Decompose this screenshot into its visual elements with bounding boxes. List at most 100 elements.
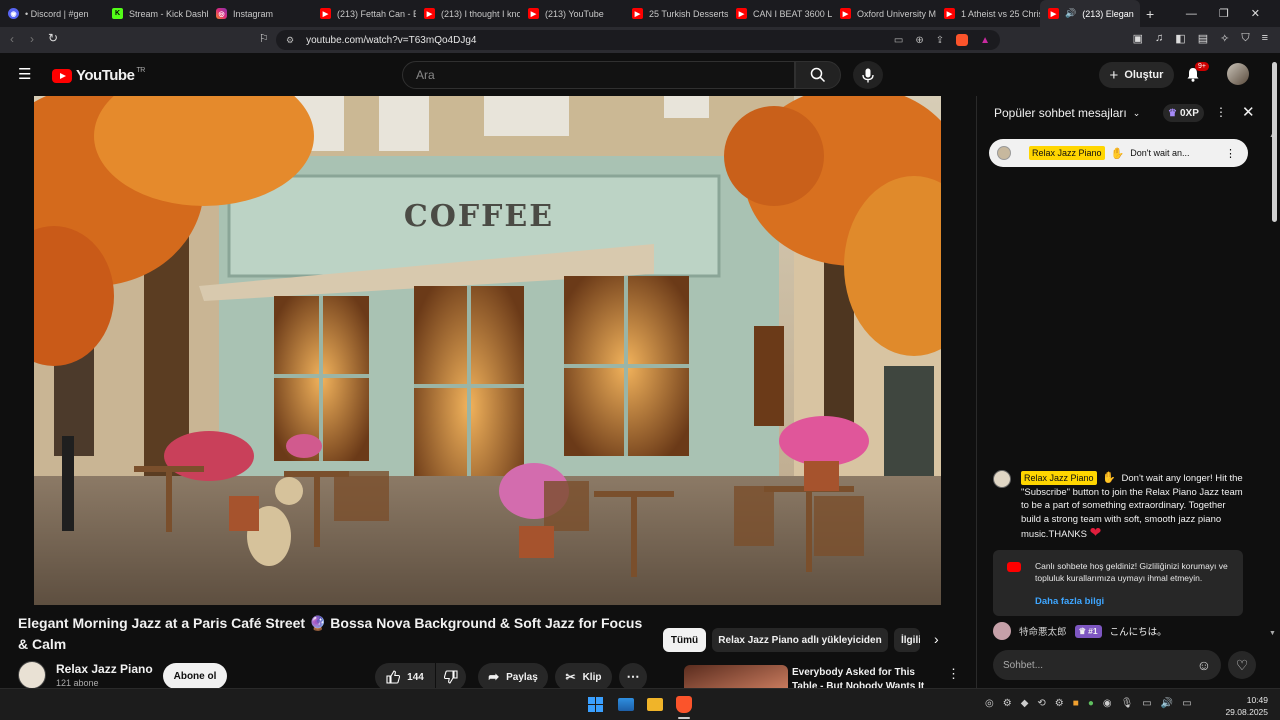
voice-search-button[interactable] xyxy=(853,61,883,89)
page-scrollbar[interactable] xyxy=(1272,62,1277,222)
chevron-right-icon[interactable]: › xyxy=(934,631,939,647)
microphone-icon[interactable]: 🎙 xyxy=(1121,698,1134,709)
tray-app-icon[interactable]: ◉ xyxy=(1103,698,1112,709)
battery-icon[interactable]: ▭ xyxy=(1182,698,1191,709)
sidebar-icon[interactable]: ◧ xyxy=(1175,32,1185,45)
site-info-icon[interactable]: ⚙ xyxy=(286,35,294,46)
chip-all[interactable]: Tümü xyxy=(663,628,706,652)
search-placeholder: Ara xyxy=(416,68,435,82)
youtube-logo[interactable]: YouTube TR xyxy=(52,67,145,84)
screenshot-icon[interactable]: ▣ xyxy=(1133,32,1143,45)
search-button[interactable] xyxy=(795,61,841,89)
video-player[interactable]: COFFEE xyxy=(34,96,941,605)
chat-message-text: こんにちは。 xyxy=(1109,627,1167,638)
account-avatar[interactable] xyxy=(1227,63,1249,85)
xp-chip[interactable]: ♛ 0XP xyxy=(1163,104,1204,122)
channel-avatar[interactable] xyxy=(18,661,46,689)
back-icon[interactable]: ‹ xyxy=(10,32,14,46)
recommended-video-title[interactable]: Everybody Asked for This Table - But Nob… xyxy=(792,666,932,688)
vpn-icon[interactable]: ⛉ xyxy=(1241,32,1249,45)
volume-icon[interactable]: 🔊 xyxy=(1161,698,1173,709)
chat-header: Popüler sohbet mesajları ⌄ ♛ 0XP ⋮ ✕ xyxy=(977,96,1272,130)
tray-app-icon[interactable]: ⟲ xyxy=(1037,698,1045,709)
file-explorer-icon[interactable] xyxy=(647,698,663,711)
dislike-button[interactable] xyxy=(436,663,466,691)
menu-icon[interactable]: ≡ xyxy=(1262,32,1268,45)
chip-related[interactable]: İlgili xyxy=(894,628,920,652)
ai-icon[interactable]: ✧ xyxy=(1220,32,1229,45)
wallet-icon[interactable]: ▤ xyxy=(1198,32,1208,45)
cast-icon[interactable]: ▭ xyxy=(894,35,903,46)
tray-app-icon[interactable]: ● xyxy=(1088,698,1094,709)
clock-date: 29.08.2025 xyxy=(1225,707,1268,717)
steam-icon[interactable]: ⚙ xyxy=(1003,698,1012,709)
zoom-icon[interactable]: ⊕ xyxy=(915,35,923,46)
tab-label: Oxford University M xyxy=(857,8,936,19)
system-clock[interactable]: 10:49 29.08.2025 xyxy=(1225,694,1268,718)
more-actions-button[interactable]: ⋯ xyxy=(619,663,647,691)
maximize-icon[interactable]: ❐ xyxy=(1219,7,1229,20)
tab-youtube-6[interactable]: ▶ Oxford University M xyxy=(832,0,936,27)
recommended-video-thumbnail[interactable] xyxy=(684,665,788,689)
reload-icon[interactable]: ↻ xyxy=(48,31,58,45)
tray-app-icon[interactable]: ◆ xyxy=(1021,698,1029,709)
brave-browser-icon[interactable] xyxy=(676,696,692,713)
tab-label: (213) I thought I kno xyxy=(441,8,520,19)
tray-app-icon[interactable]: ⚙ xyxy=(1055,698,1064,709)
chip-from-uploader[interactable]: Relax Jazz Piano adlı yükleyiciden xyxy=(712,628,888,652)
pinned-message[interactable]: Relax Jazz Piano ✋ Don't wait an... ⋮ xyxy=(989,139,1248,167)
address-bar[interactable]: ⚙ youtube.com/watch?v=T63mQo4DJg4 ▭ ⊕ ⇪ … xyxy=(276,30,1000,50)
chat-mode-label[interactable]: Popüler sohbet mesajları xyxy=(994,106,1127,120)
tab-youtube-4[interactable]: ▶ 25 Turkish Desserts xyxy=(624,0,728,27)
tab-youtube-5[interactable]: ▶ CAN I BEAT 3600 LE xyxy=(728,0,832,27)
chevron-down-icon[interactable]: ⌄ xyxy=(1133,108,1141,119)
chat-more-icon[interactable]: ⋮ xyxy=(1215,105,1227,119)
forward-icon[interactable]: › xyxy=(30,32,34,46)
tray-app-icon[interactable]: ◎ xyxy=(985,698,994,709)
close-window-icon[interactable]: ✕ xyxy=(1251,7,1260,20)
photos-app-icon[interactable] xyxy=(618,698,634,711)
music-icon[interactable]: ♫ xyxy=(1155,32,1163,45)
hamburger-menu-icon[interactable]: ☰ xyxy=(18,65,31,83)
logo-region: TR xyxy=(136,67,145,74)
scroll-down-icon[interactable]: ▼ xyxy=(1269,630,1276,637)
tab-youtube-7[interactable]: ▶ 1 Atheist vs 25 Chris xyxy=(936,0,1040,27)
channel-name[interactable]: Relax Jazz Piano xyxy=(56,662,153,676)
youtube-icon xyxy=(1007,562,1021,572)
tab-kick[interactable]: K Stream - Kick Dashb xyxy=(104,0,208,27)
author-avatar xyxy=(993,622,1011,640)
tab-youtube-3[interactable]: ▶ (213) YouTube xyxy=(520,0,624,27)
tab-youtube-1[interactable]: ▶ (213) Fettah Can - B xyxy=(312,0,416,27)
tray-app-icon[interactable]: ■ xyxy=(1073,698,1079,709)
learn-more-link[interactable]: Daha fazla bilgi xyxy=(1035,596,1231,608)
window-controls: — ❐ ✕ xyxy=(1186,0,1280,27)
like-button[interactable]: 144 xyxy=(375,663,435,691)
chat-input[interactable]: Sohbet... ☺ xyxy=(993,650,1221,680)
emoji-icon[interactable]: ☺ xyxy=(1197,657,1211,673)
brave-shield-icon[interactable] xyxy=(956,34,969,46)
recommendation-more-icon[interactable]: ⋮ xyxy=(947,666,960,682)
clip-button[interactable]: ✂ Klip xyxy=(555,663,612,691)
tab-label: Stream - Kick Dashb xyxy=(129,8,208,19)
search-icon xyxy=(810,67,826,83)
tab-discord[interactable]: ◉ • Discord | #gen xyxy=(0,0,104,27)
hand-emoji-icon: ✋ xyxy=(1110,147,1125,160)
bookmark-icon[interactable]: ⚐ xyxy=(259,32,269,45)
minimize-icon[interactable]: — xyxy=(1186,8,1197,20)
share-button[interactable]: ➦ Paylaş xyxy=(478,663,548,691)
subscribe-button[interactable]: Abone ol xyxy=(163,663,227,689)
tab-instagram[interactable]: ◎ Instagram xyxy=(208,0,312,27)
windows-start-icon[interactable] xyxy=(588,697,603,712)
monitor-icon[interactable]: ▭ xyxy=(1142,698,1151,709)
pinned-more-icon[interactable]: ⋮ xyxy=(1225,147,1236,160)
tab-youtube-2[interactable]: ▶ (213) I thought I kno xyxy=(416,0,520,27)
close-chat-icon[interactable]: ✕ xyxy=(1242,103,1255,121)
notification-badge: 9+ xyxy=(1195,62,1209,71)
heart-reaction-icon[interactable]: ♡ xyxy=(1228,651,1256,679)
tab-active-youtube[interactable]: ▶ 🔊 (213) Elegan ✕ xyxy=(1040,0,1140,27)
rewards-icon[interactable]: ▲ xyxy=(980,35,990,46)
create-button[interactable]: + Oluştur xyxy=(1099,62,1174,88)
share-icon[interactable]: ⇪ xyxy=(936,35,944,46)
new-tab-button[interactable]: + xyxy=(1140,0,1160,27)
search-input[interactable]: Ara xyxy=(402,61,795,89)
